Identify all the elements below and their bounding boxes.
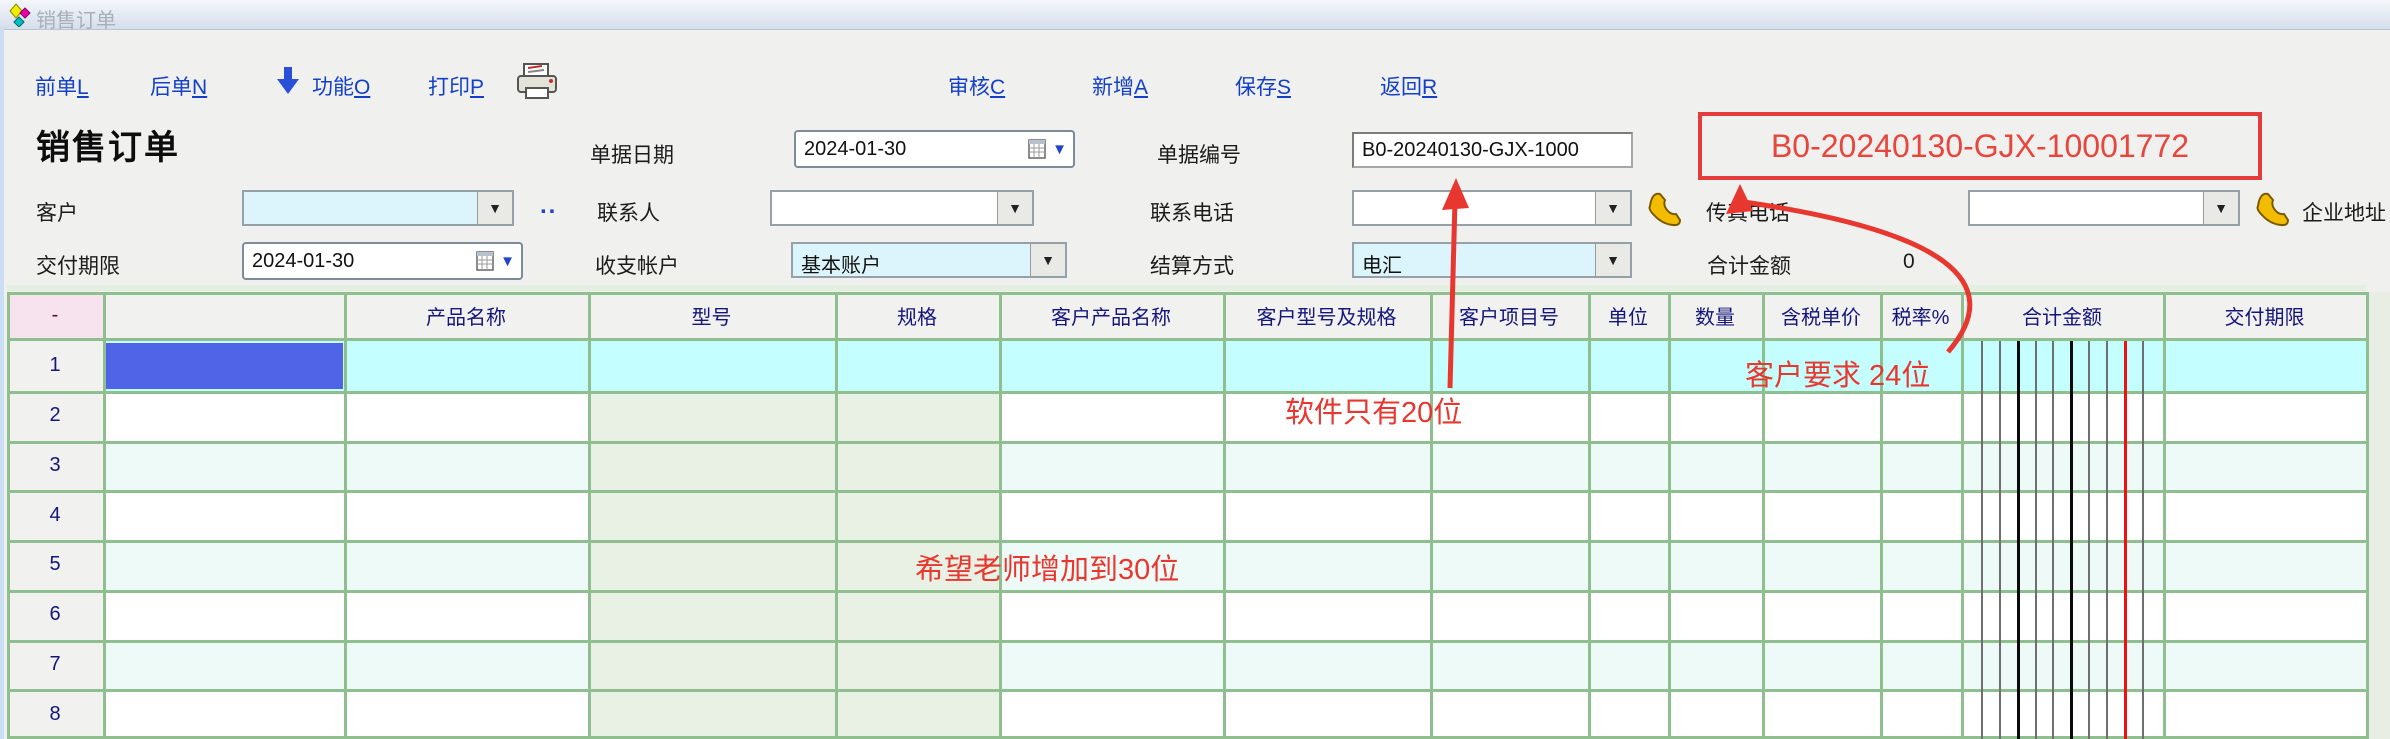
header-cell-型号[interactable]: 型号 (588, 292, 835, 338)
header-cell-单位[interactable]: 单位 (1588, 292, 1668, 338)
collapsed-column-line (2142, 341, 2144, 739)
header-cell-客户产品名称[interactable]: 客户产品名称 (999, 292, 1223, 338)
grid-vline (588, 292, 591, 739)
grid-top-band (7, 285, 2366, 291)
grid-hline (7, 540, 2369, 543)
table-row[interactable] (103, 689, 2366, 739)
collapsed-column-line (2124, 341, 2127, 739)
row-number-1[interactable]: 1 (7, 341, 103, 391)
grid-hline (7, 292, 2369, 295)
header-cell-客户型号及规格[interactable]: 客户型号及规格 (1223, 292, 1430, 338)
grid-right-margin (2366, 292, 2390, 739)
table-row[interactable] (103, 341, 2366, 391)
grid-vline (999, 292, 1002, 739)
collapsed-column-line (1999, 341, 2001, 739)
grid-hline (7, 441, 2369, 444)
collapsed-column-line (2070, 341, 2073, 739)
grid-hline (7, 590, 2369, 593)
grid-vline (103, 292, 106, 739)
row-number-5[interactable]: 5 (7, 540, 103, 590)
header-cell-规格[interactable]: 规格 (835, 292, 999, 338)
grid-vline (1430, 292, 1433, 739)
collapsed-column-line (2017, 341, 2020, 739)
header-cell-blank-1[interactable] (103, 292, 344, 338)
annotation-note-30: 希望老师增加到30位 (915, 546, 1179, 588)
row-number-8[interactable]: 8 (7, 689, 103, 739)
table-row[interactable] (103, 540, 2366, 590)
table-row[interactable] (103, 391, 2366, 441)
collapsed-column-line (2035, 341, 2037, 739)
grid-hline (7, 338, 2369, 341)
header-cell-产品名称[interactable]: 产品名称 (344, 292, 588, 338)
selected-cell[interactable] (106, 343, 343, 389)
grid-hline (7, 391, 2369, 394)
header-cell-税率%[interactable]: 税率% (1880, 292, 1961, 338)
header-cell-交付期限[interactable]: 交付期限 (2163, 292, 2366, 338)
grid-hline (7, 689, 2369, 692)
row-number-7[interactable]: 7 (7, 640, 103, 690)
order-lines-grid: 12345678 - 产品名称型号规格客户产品名称客户型号及规格客户项目号单位数量含… (0, 0, 2390, 739)
header-cell-数量[interactable]: 数量 (1668, 292, 1762, 338)
grid-vline (344, 292, 347, 739)
row-number-6[interactable]: 6 (7, 590, 103, 640)
header-cell-合计金额[interactable]: 合计金额 (1961, 292, 2163, 338)
sales-order-window: 销售订单 前单L 后单N 功能O 打印P 审核C 新增A 保存S 返回R 销售订… (0, 0, 2390, 739)
grid-vline (1961, 292, 1964, 739)
header-cell-客户项目号[interactable]: 客户项目号 (1430, 292, 1588, 338)
grid-vline (1223, 292, 1226, 739)
grid-vline (835, 292, 838, 739)
row-number-4[interactable]: 4 (7, 490, 103, 540)
collapsed-column-line (1981, 341, 1983, 739)
collapsed-column-line (2106, 341, 2108, 739)
table-row[interactable] (103, 590, 2366, 640)
collapsed-column-line (2052, 341, 2054, 739)
header-cell--[interactable]: - (7, 292, 103, 338)
grid-vline (2163, 292, 2166, 739)
grid-vline (2366, 292, 2369, 739)
row-number-3[interactable]: 3 (7, 441, 103, 491)
grid-vline (1668, 292, 1671, 739)
grid-vline (7, 292, 10, 739)
table-row[interactable] (103, 441, 2366, 491)
header-cell-含税单价[interactable]: 含税单价 (1762, 292, 1880, 338)
grid-vline (1588, 292, 1591, 739)
annotation-note-20: 软件只有20位 (1285, 389, 1462, 431)
annotation-note-24: 客户要求 24位 (1745, 352, 1930, 394)
collapsed-column-line (2088, 341, 2090, 739)
grid-hline (7, 490, 2369, 493)
row-number-2[interactable]: 2 (7, 391, 103, 441)
grid-hline (7, 640, 2369, 643)
table-row[interactable] (103, 640, 2366, 690)
table-row[interactable] (103, 490, 2366, 540)
